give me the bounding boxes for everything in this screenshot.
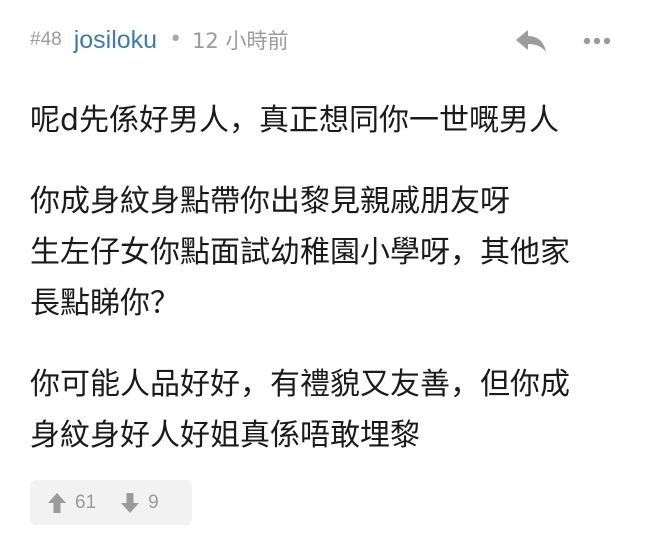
arrow-down-icon — [121, 492, 140, 513]
downvote-count: 9 — [148, 491, 159, 513]
more-dots-icon — [583, 37, 611, 45]
post-paragraph: 你可能人品好好，有禮貌又友善，但你成 身紋身好人好姐真係唔敢埋黎 — [30, 359, 630, 461]
upvote-count: 61 — [75, 491, 97, 513]
more-options-button[interactable] — [580, 28, 614, 54]
downvote-button[interactable]: 9 — [96, 480, 159, 525]
arrow-up-icon — [48, 492, 66, 513]
reply-button[interactable] — [514, 26, 548, 56]
post-header: #48 josiloku • 12 小時前 — [30, 20, 288, 60]
post-paragraph: 呢d先係好男人，真正想同你一世嘅男人 — [30, 95, 630, 146]
floor-number: #48 — [30, 29, 62, 50]
reply-arrow-icon — [516, 30, 546, 52]
post-text-line: 生左仔女你點面試幼稚園小學呀，其他家 — [30, 235, 570, 270]
post-text-line: 呢d先係好男人，真正想同你一世嘅男人 — [30, 103, 560, 138]
post-time: 12 小時前 — [192, 29, 289, 53]
post-content: 呢d先係好男人，真正想同你一世嘅男人 你成身紋身點帶你出黎見親戚朋友呀生左仔女你點… — [30, 95, 630, 491]
post-card: #48 josiloku • 12 小時前 呢d先係好男人，真正想同你一世嘅男人… — [0, 0, 660, 544]
upvote-button[interactable]: 61 — [30, 480, 96, 525]
separator-dot: • — [169, 27, 183, 52]
username-link[interactable]: josiloku — [74, 26, 157, 55]
post-text-line: 你成身紋身點帶你出黎見親戚朋友呀 — [30, 184, 510, 219]
vote-bar: 61 9 — [30, 480, 192, 525]
post-text-line: 你可能人品好好，有禮貌又友善，但你成 — [30, 367, 570, 402]
post-text-line: 身紋身好人好姐真係唔敢埋黎 — [30, 418, 420, 453]
post-text-line: 長點睇你？ — [30, 286, 180, 321]
post-paragraph: 你成身紋身點帶你出黎見親戚朋友呀生左仔女你點面試幼稚園小學呀，其他家 長點睇你？ — [30, 176, 630, 329]
